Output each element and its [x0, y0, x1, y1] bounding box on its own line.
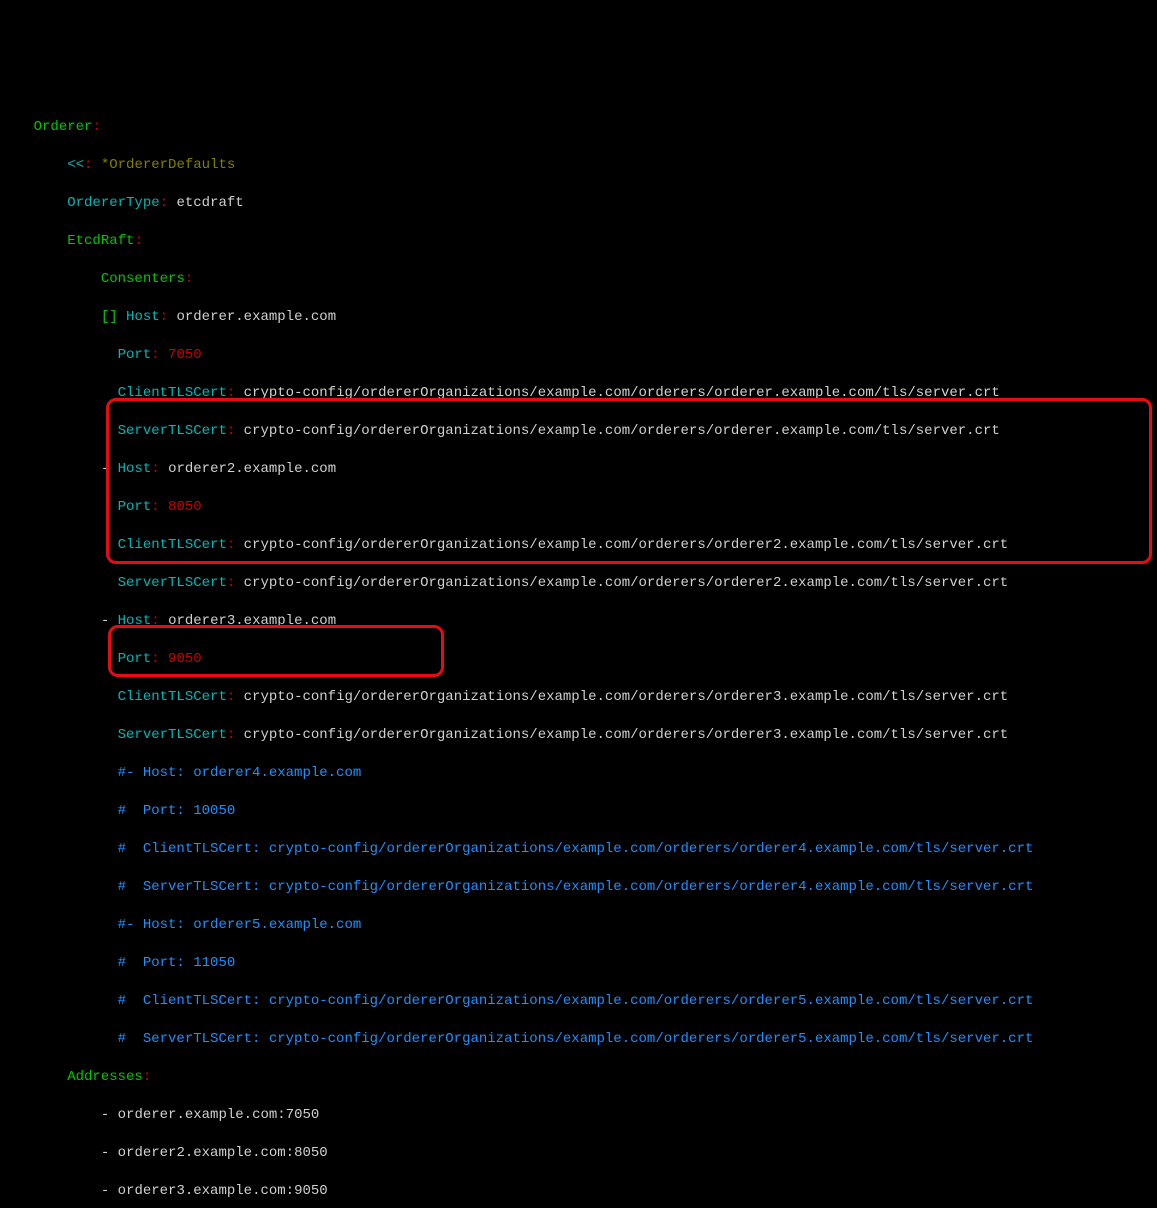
key-addresses: Addresses: [67, 1069, 143, 1085]
key-orderer: Orderer: [34, 119, 93, 135]
val-host: orderer3.example.com: [168, 613, 336, 629]
val-port: 8050: [168, 499, 202, 515]
key-orderertype: OrdererType: [67, 195, 159, 211]
comment-line: # ServerTLSCert: crypto-config/ordererOr…: [118, 1031, 1034, 1047]
val-servertls: crypto-config/ordererOrganizations/examp…: [244, 423, 1000, 439]
yaml-config-source[interactable]: Orderer: <<: *OrdererDefaults OrdererTyp…: [0, 95, 1157, 1208]
key-clienttls: ClientTLSCert: [118, 689, 227, 705]
comment-line: # ServerTLSCert: crypto-config/ordererOr…: [118, 879, 1034, 895]
anchor-ref: *OrdererDefaults: [101, 157, 235, 173]
val-orderertype: etcdraft: [176, 195, 243, 211]
key-etcdraft: EtcdRaft: [67, 233, 134, 249]
code-editor-view[interactable]: Orderer: <<: *OrdererDefaults OrdererTyp…: [0, 76, 1157, 1208]
comment-line: # ClientTLSCert: crypto-config/ordererOr…: [118, 993, 1034, 1009]
merge-op: <<: [67, 157, 84, 173]
addr-item: orderer.example.com:7050: [118, 1107, 320, 1123]
comment-line: # Port: 11050: [118, 955, 236, 971]
addr-item: orderer2.example.com:8050: [118, 1145, 328, 1161]
key-host: Host: [126, 309, 160, 325]
key-consenters: Consenters: [101, 271, 185, 287]
key-servertls: ServerTLSCert: [118, 423, 227, 439]
val-clienttls: crypto-config/ordererOrganizations/examp…: [244, 385, 1000, 401]
comment-line: # Port: 10050: [118, 803, 236, 819]
val-port: 7050: [168, 347, 202, 363]
val-clienttls: crypto-config/ordererOrganizations/examp…: [244, 689, 1009, 705]
val-host: orderer.example.com: [176, 309, 336, 325]
val-servertls: crypto-config/ordererOrganizations/examp…: [244, 727, 1009, 743]
key-port: Port: [118, 651, 152, 667]
val-servertls: crypto-config/ordererOrganizations/examp…: [244, 575, 1009, 591]
key-clienttls: ClientTLSCert: [118, 537, 227, 553]
addr-item: orderer3.example.com:9050: [118, 1183, 328, 1199]
val-clienttls: crypto-config/ordererOrganizations/examp…: [244, 537, 1009, 553]
val-port: 9050: [168, 651, 202, 667]
key-port: Port: [118, 499, 152, 515]
key-host: Host: [118, 461, 152, 477]
comment-line: #- Host: orderer5.example.com: [118, 917, 362, 933]
key-port: Port: [118, 347, 152, 363]
val-host: orderer2.example.com: [168, 461, 336, 477]
key-servertls: ServerTLSCert: [118, 727, 227, 743]
key-servertls: ServerTLSCert: [118, 575, 227, 591]
fold-bracket: []: [101, 309, 118, 325]
comment-line: # ClientTLSCert: crypto-config/ordererOr…: [118, 841, 1034, 857]
key-host: Host: [118, 613, 152, 629]
key-clienttls: ClientTLSCert: [118, 385, 227, 401]
comment-line: #- Host: orderer4.example.com: [118, 765, 362, 781]
